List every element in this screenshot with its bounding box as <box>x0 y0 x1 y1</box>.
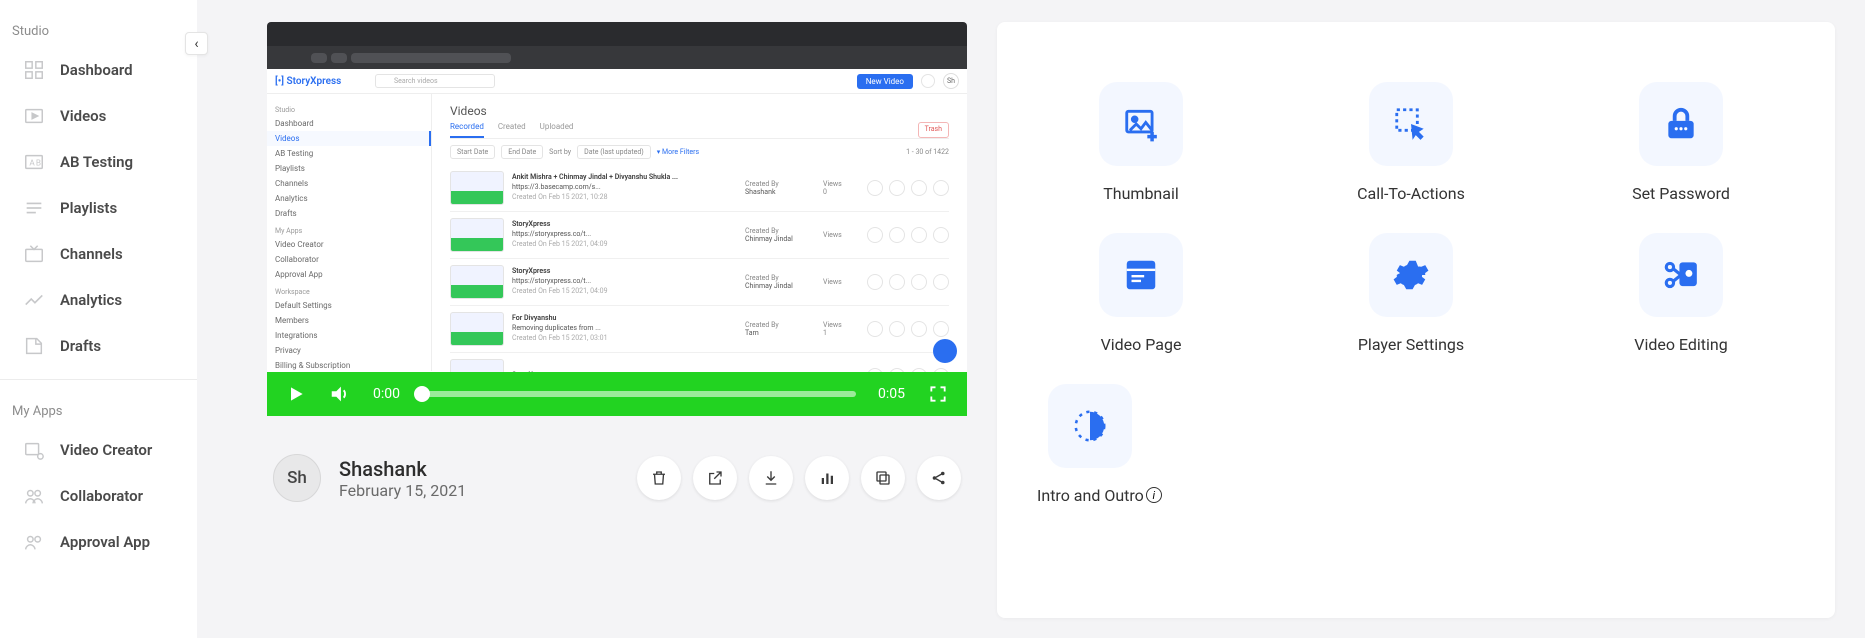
copy-button[interactable] <box>861 456 905 500</box>
mini-table-row: StoryXpresshttps://storyxpress.co/t...Cr… <box>450 259 949 306</box>
sidebar: ‹ Studio Dashboard Videos ABAB Testing P… <box>0 0 197 638</box>
mini-fab-icon <box>933 339 957 363</box>
fullscreen-button[interactable] <box>927 383 949 405</box>
video-column: [•] StoryXpress Search videos New Video … <box>267 22 967 618</box>
nav-ab-testing[interactable]: ABAB Testing <box>0 139 197 185</box>
approval-icon <box>22 530 46 554</box>
setting-timer[interactable]: Intro and Outroi <box>1037 384 1245 505</box>
share-button[interactable] <box>917 456 961 500</box>
setting-scissors[interactable]: Video Editing <box>1577 233 1785 354</box>
mini-main: Videos Recorded Created Uploaded Trash S… <box>432 94 967 371</box>
thumbnail-icon <box>1099 82 1183 166</box>
tv-icon <box>22 242 46 266</box>
mini-bell-icon <box>921 74 935 88</box>
cta-icon <box>1369 82 1453 166</box>
scissors-icon <box>1639 233 1723 317</box>
ab-testing-icon: AB <box>22 150 46 174</box>
video-date: February 15, 2021 <box>339 481 466 500</box>
author-row: Sh Shashank February 15, 2021 <box>267 416 967 512</box>
video-card: [•] StoryXpress Search videos New Video … <box>267 22 967 416</box>
nav-collaborator[interactable]: Collaborator <box>0 473 197 519</box>
open-external-button[interactable] <box>693 456 737 500</box>
download-button[interactable] <box>749 456 793 500</box>
nav-analytics[interactable]: Analytics <box>0 277 197 323</box>
mini-logo: [•] StoryXpress <box>275 76 341 87</box>
collaborator-icon <box>22 484 46 508</box>
setting-thumbnail[interactable]: Thumbnail <box>1037 82 1245 203</box>
delete-button[interactable] <box>637 456 681 500</box>
page-icon <box>1099 233 1183 317</box>
nav-channels[interactable]: Channels <box>0 231 197 277</box>
duration: 0:05 <box>878 386 905 402</box>
section-title-myapps: My Apps <box>0 390 197 427</box>
setting-lock[interactable]: Set Password <box>1577 82 1785 203</box>
drafts-icon <box>22 334 46 358</box>
mini-avatar: Sh <box>943 73 959 89</box>
author-avatar: Sh <box>273 454 321 502</box>
section-title-studio: Studio <box>0 10 197 47</box>
svg-text:B: B <box>36 159 41 169</box>
lock-icon <box>1639 82 1723 166</box>
mini-browser-tabbar <box>267 22 967 46</box>
video-actions <box>637 456 961 500</box>
dashboard-icon <box>22 58 46 82</box>
playlist-icon <box>22 196 46 220</box>
mini-new-video-button: New Video <box>857 74 913 89</box>
mini-browser-addressbar <box>267 46 967 69</box>
video-icon <box>22 104 46 128</box>
gear-icon <box>1369 233 1453 317</box>
analytics-button[interactable] <box>805 456 849 500</box>
nav-playlists[interactable]: Playlists <box>0 185 197 231</box>
setting-page[interactable]: Video Page <box>1037 233 1245 354</box>
nav-video-creator[interactable]: Video Creator <box>0 427 197 473</box>
divider <box>0 379 197 380</box>
mini-table-row: StoryXpresshttps://storyxpress.co/t...Cr… <box>450 212 949 259</box>
svg-text:A: A <box>29 159 35 169</box>
setting-gear[interactable]: Player Settings <box>1307 233 1515 354</box>
video-controls: 0:00 0:05 <box>267 372 967 416</box>
settings-panel: Thumbnail Call-To-Actions Set Password V… <box>997 22 1835 618</box>
volume-button[interactable] <box>329 383 351 405</box>
mini-app: [•] StoryXpress Search videos New Video … <box>267 69 967 372</box>
mini-sidebar: Studio Dashboard Videos AB Testing Playl… <box>267 94 432 371</box>
nav-dashboard[interactable]: Dashboard <box>0 47 197 93</box>
author-name: Shashank <box>339 457 466 481</box>
current-time: 0:00 <box>373 386 400 402</box>
mini-search: Search videos <box>375 74 495 88</box>
video-creator-icon <box>22 438 46 462</box>
progress-bar[interactable] <box>422 391 856 397</box>
main-content: [•] StoryXpress Search videos New Video … <box>197 0 1865 638</box>
play-button[interactable] <box>285 383 307 405</box>
mini-table-row: Ankit Mishra + Chinmay Jindal + Divyansh… <box>450 165 949 212</box>
nav-approval-app[interactable]: Approval App <box>0 519 197 565</box>
nav-drafts[interactable]: Drafts <box>0 323 197 369</box>
nav-videos[interactable]: Videos <box>0 93 197 139</box>
setting-cta[interactable]: Call-To-Actions <box>1307 82 1515 203</box>
chevron-left-icon: ‹ <box>194 36 198 52</box>
collapse-sidebar-button[interactable]: ‹ <box>185 32 208 55</box>
progress-knob[interactable] <box>414 386 430 402</box>
analytics-icon <box>22 288 46 312</box>
mini-table-row: StoryXpress Created By Views <box>450 353 949 372</box>
video-viewport[interactable]: [•] StoryXpress Search videos New Video … <box>267 22 967 372</box>
info-icon[interactable]: i <box>1146 487 1162 503</box>
mini-table-row: For DivyanshuRemoving duplicates from ..… <box>450 306 949 353</box>
timer-icon <box>1048 384 1132 468</box>
